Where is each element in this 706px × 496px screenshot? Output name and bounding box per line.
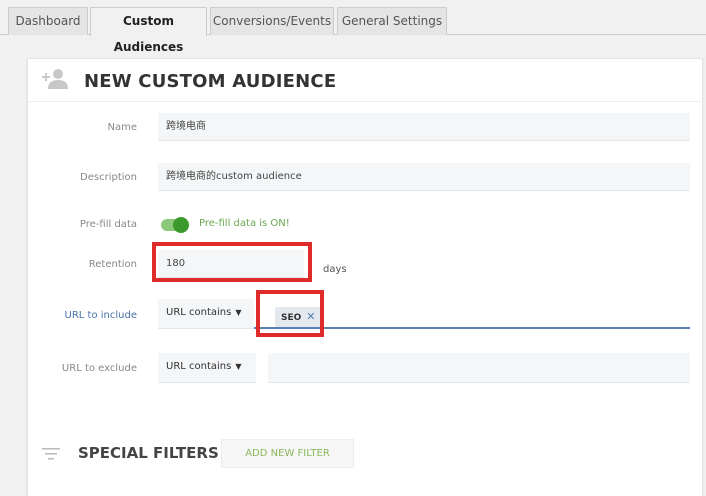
name-label: Name <box>107 122 137 133</box>
tab-bar: Dashboard Custom Audiences Conversions/E… <box>0 0 706 54</box>
exclude-match-select[interactable]: URL contains ▼ <box>158 353 256 383</box>
highlight-box-url <box>256 290 324 337</box>
new-audience-card: NEW CUSTOM AUDIENCE Name 跨境电商 Descriptio… <box>27 58 704 496</box>
name-input[interactable]: 跨境电商 <box>158 113 690 141</box>
add-filter-button[interactable]: ADD NEW FILTER <box>221 439 354 468</box>
add-person-icon <box>42 69 68 89</box>
tab-dashboard[interactable]: Dashboard <box>8 7 88 35</box>
card-header: NEW CUSTOM AUDIENCE <box>28 59 704 102</box>
tab-custom-audiences[interactable]: Custom Audiences <box>90 7 207 54</box>
prefill-status-text: Pre-fill data is ON! <box>199 218 290 229</box>
tab-general-settings[interactable]: General Settings <box>337 7 447 35</box>
caret-down-icon: ▼ <box>235 362 242 371</box>
caret-down-icon: ▼ <box>235 308 242 317</box>
prefill-label: Pre-fill data <box>79 219 137 230</box>
exclude-url-input[interactable] <box>268 353 690 383</box>
retention-unit: days <box>323 264 347 275</box>
retention-label: Retention <box>88 259 137 270</box>
toggle-knob <box>173 217 189 233</box>
highlight-box-retention <box>152 242 312 282</box>
exclude-match-value: URL contains <box>166 361 232 372</box>
include-label: URL to include <box>64 310 137 321</box>
special-filters-title: SPECIAL FILTERS <box>78 444 219 462</box>
description-input[interactable]: 跨境电商的custom audience <box>158 163 690 191</box>
description-label: Description <box>80 172 137 183</box>
prefill-toggle[interactable] <box>161 217 189 233</box>
tab-conversions-events[interactable]: Conversions/Events <box>210 7 334 35</box>
page-title: NEW CUSTOM AUDIENCE <box>84 71 337 92</box>
include-match-select[interactable]: URL contains ▼ <box>158 299 254 329</box>
include-match-value: URL contains <box>166 307 232 318</box>
exclude-label: URL to exclude <box>61 363 137 374</box>
filter-icon <box>42 448 60 460</box>
